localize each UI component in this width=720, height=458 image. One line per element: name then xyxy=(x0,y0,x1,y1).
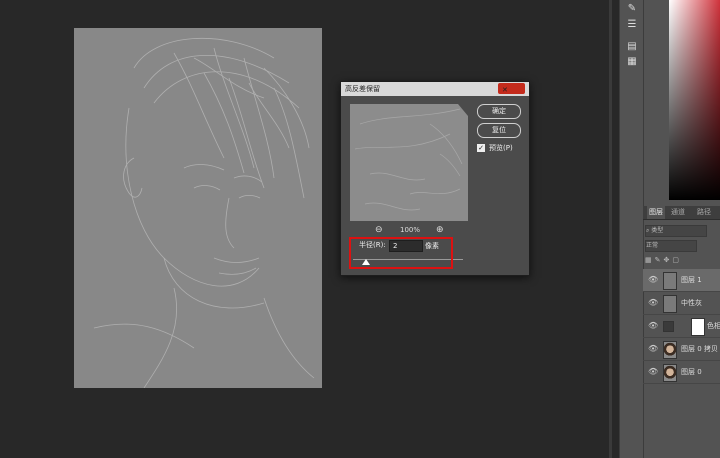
dialog-title: 高反差保留 xyxy=(345,85,380,93)
layer-name: 图层 1 xyxy=(681,276,702,284)
layer-thumbnail xyxy=(663,272,677,290)
blend-mode-select[interactable]: 正常 xyxy=(645,240,697,252)
document-canvas[interactable] xyxy=(74,28,322,388)
dialog-title-bar[interactable]: 高反差保留 ✕ xyxy=(341,82,529,96)
layer-row[interactable]: 👁 图层 1 xyxy=(643,269,720,292)
layer-lock-icons[interactable]: ▦✎✥▢ xyxy=(645,256,720,265)
zoom-in-icon: ⊕ xyxy=(436,225,444,235)
layer-filter-field[interactable]: ⌕ 类型 xyxy=(645,225,707,237)
layer-name: 图层 0 xyxy=(681,368,702,376)
annotation-highlight-box xyxy=(349,237,453,269)
eye-icon[interactable]: 👁 xyxy=(648,344,658,353)
layer-thumbnail xyxy=(663,295,677,313)
layer-thumbnail xyxy=(663,341,677,359)
close-icon: ✕ xyxy=(502,86,508,94)
blend-mode-value: 正常 xyxy=(646,242,659,249)
layer-row[interactable]: 👁 中性灰 xyxy=(643,292,720,315)
eye-icon[interactable]: 👁 xyxy=(648,321,658,330)
eye-icon[interactable]: 👁 xyxy=(648,367,658,376)
eye-icon[interactable]: 👁 xyxy=(648,275,658,284)
zoom-in-button[interactable]: ⊕ xyxy=(436,225,444,235)
layers-panel-tabs: 图层 通道 路径 xyxy=(643,206,720,220)
preview-image xyxy=(350,104,468,221)
filter-preview[interactable] xyxy=(350,104,468,221)
layer-mask-thumbnail xyxy=(691,318,705,336)
eye-icon[interactable]: 👁 xyxy=(648,298,658,307)
layer-row[interactable]: 👁 图层 0 拷贝 xyxy=(643,338,720,361)
zoom-controls: ⊖ 100% ⊕ xyxy=(350,225,468,235)
note-icon[interactable]: ▦ xyxy=(624,55,640,69)
sliders-icon[interactable]: ☰ xyxy=(624,18,640,32)
ok-button[interactable]: 确定 xyxy=(477,104,521,119)
layer-thumbnail xyxy=(663,364,677,382)
preview-checkbox-label: 预览(P) xyxy=(489,144,513,152)
preview-checkbox[interactable]: ✓ 预览(P) xyxy=(477,143,513,153)
tab-layers[interactable]: 图层 xyxy=(647,206,665,219)
search-icon: ⌕ xyxy=(646,227,650,234)
color-picker-field[interactable] xyxy=(669,0,720,200)
adjustment-icon xyxy=(663,321,674,332)
layer-row[interactable]: 👁 色相 xyxy=(643,315,720,338)
layer-name: 色相 xyxy=(707,322,720,330)
layer-row[interactable]: 👁 图层 0 xyxy=(643,361,720,384)
zoom-out-icon: ⊖ xyxy=(375,225,383,235)
layer-name: 中性灰 xyxy=(681,299,702,307)
zoom-out-button[interactable]: ⊖ xyxy=(375,225,383,235)
checkbox-check-icon: ✓ xyxy=(477,144,485,152)
tab-paths[interactable]: 路径 xyxy=(697,206,711,219)
zoom-level: 100% xyxy=(400,226,421,234)
side-tool-strip: ✎ ☰ ▤ ▦ xyxy=(619,0,644,458)
tab-channels[interactable]: 通道 xyxy=(671,206,685,219)
reset-button[interactable]: 复位 xyxy=(477,123,521,138)
close-button[interactable]: ✕ xyxy=(498,83,525,94)
layer-filter-placeholder: 类型 xyxy=(651,227,664,234)
layer-name: 图层 0 拷贝 xyxy=(681,345,718,353)
panel-icon[interactable]: ▤ xyxy=(624,40,640,54)
brush-icon[interactable]: ✎ xyxy=(624,2,640,16)
high-pass-portrait-image xyxy=(74,28,322,388)
canvas-divider xyxy=(609,0,612,458)
